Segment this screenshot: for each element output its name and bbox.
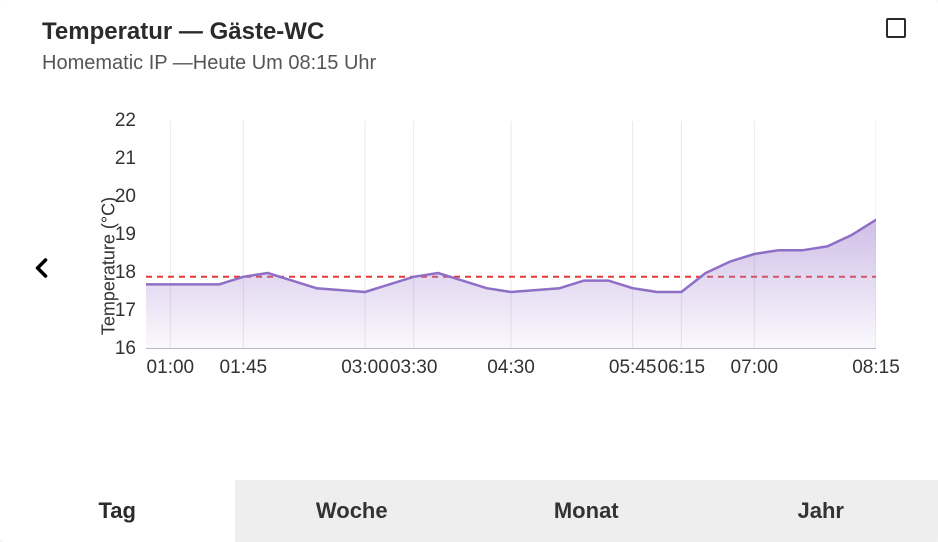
tab-month[interactable]: Monat [469, 480, 704, 542]
card-title: Temperatur — Gäste-WC [42, 18, 324, 46]
y-tick: 16 [100, 338, 136, 360]
x-tick: 07:00 [731, 357, 779, 379]
plot-svg [146, 121, 876, 349]
expand-button[interactable] [886, 18, 906, 38]
x-tick: 05:45 [609, 357, 657, 379]
x-tick: 04:30 [487, 357, 535, 379]
y-tick: 21 [100, 148, 136, 170]
x-tick: 03:30 [390, 357, 438, 379]
x-tick: 06:15 [658, 357, 706, 379]
y-tick: 17 [100, 300, 136, 322]
card-subtitle: Homematic IP —Heute Um 08:15 Uhr [42, 52, 906, 75]
chart-area: Temperature (°C) 16171819202122 01:0001:… [46, 111, 892, 421]
range-tabs: Tag Woche Monat Jahr [0, 480, 938, 542]
x-tick: 08:15 [852, 357, 900, 379]
x-tick: 01:00 [147, 357, 195, 379]
y-tick: 18 [100, 262, 136, 284]
y-tick: 22 [100, 110, 136, 132]
tab-week[interactable]: Woche [235, 480, 470, 542]
y-tick: 19 [100, 224, 136, 246]
y-tick: 20 [100, 186, 136, 208]
x-tick: 01:45 [220, 357, 268, 379]
x-tick: 03:00 [341, 357, 389, 379]
tab-year[interactable]: Jahr [704, 480, 938, 542]
tab-day[interactable]: Tag [0, 480, 235, 542]
chevron-left-icon[interactable] [28, 254, 56, 282]
